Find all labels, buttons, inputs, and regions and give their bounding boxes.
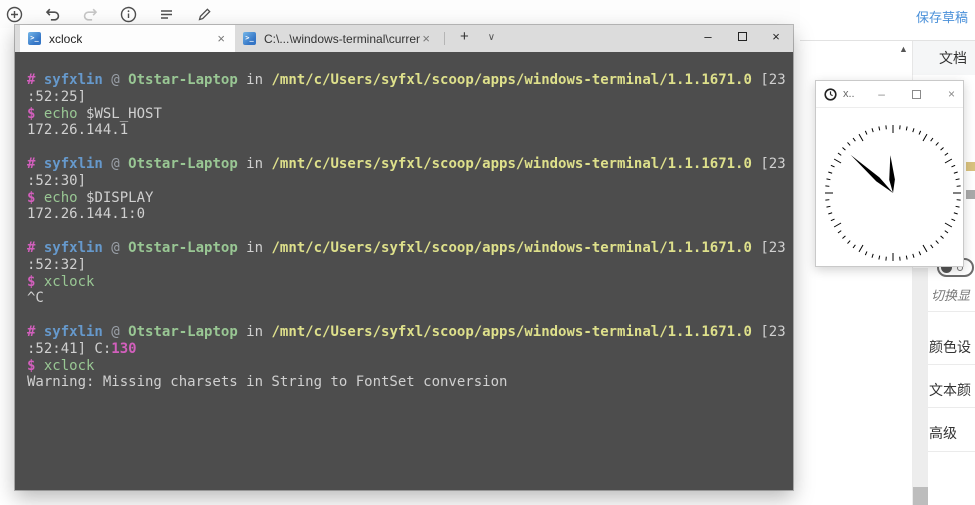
- sidebar-item-color-settings[interactable]: 颜色设: [929, 337, 975, 357]
- clock-icon: [824, 88, 837, 101]
- terminal-line: # syfxlin @ Otstar-Laptop in /mnt/c/User…: [27, 156, 793, 173]
- terminal-line: 172.26.144.1: [27, 122, 793, 139]
- tab-close-icon[interactable]: ×: [420, 31, 432, 46]
- terminal-line: 172.26.144.1:0: [27, 206, 793, 223]
- minimize-button[interactable]: –: [691, 25, 725, 52]
- save-draft-link[interactable]: 保存草稿: [916, 7, 968, 26]
- terminal-line: ^C: [27, 290, 793, 307]
- hour-hand: [889, 155, 895, 193]
- terminal-line: $ echo $DISPLAY: [27, 190, 793, 207]
- terminal-line: # syfxlin @ Otstar-Laptop in /mnt/c/User…: [27, 240, 793, 257]
- page-scrollbar-track[interactable]: [913, 268, 928, 505]
- terminal-line: [27, 307, 793, 324]
- sidebar-item-toggle-display: 切换显: [931, 285, 970, 304]
- doc-tab-label: 文档: [939, 48, 967, 68]
- terminal-line: $ echo $WSL_HOST: [27, 106, 793, 123]
- terminal-line: :52:25]: [27, 89, 793, 106]
- maximize-button[interactable]: [725, 25, 759, 52]
- desktop: 保存草稿 ▲ 文档 切换显 颜色设 文本颜 高级 >_ xclock × >_ …: [0, 0, 975, 505]
- terminal-line: :52:32]: [27, 257, 793, 274]
- sidebar-divider: [928, 407, 975, 408]
- sidebar-item-advanced[interactable]: 高级: [929, 423, 975, 443]
- tab-label: C:\...\windows-terminal\current: [264, 32, 420, 46]
- minute-hand: [851, 155, 893, 193]
- terminal-line: [27, 223, 793, 240]
- tab-separator: [444, 32, 445, 45]
- clipped-sidebar-content: [966, 190, 975, 199]
- terminal-line: Warning: Missing charsets in String to F…: [27, 374, 793, 391]
- maximize-icon: [912, 90, 921, 99]
- terminal-line: # syfxlin @ Otstar-Laptop in /mnt/c/User…: [27, 324, 793, 341]
- terminal-output[interactable]: # syfxlin @ Otstar-Laptop in /mnt/c/User…: [15, 52, 793, 490]
- tab-xclock[interactable]: >_ xclock ×: [20, 25, 235, 52]
- sidebar-divider: [928, 364, 975, 365]
- new-tab-button[interactable]: +: [451, 25, 478, 52]
- sidebar-item-text-color[interactable]: 文本颜: [929, 380, 975, 400]
- edit-pencil-icon[interactable]: [196, 6, 213, 23]
- sidebar-divider: [928, 311, 975, 312]
- terminal-line: # syfxlin @ Otstar-Laptop in /mnt/c/User…: [27, 72, 793, 89]
- terminal-line: $ xclock: [27, 358, 793, 375]
- undo-icon[interactable]: [44, 6, 61, 23]
- xclock-close-button[interactable]: ×: [948, 87, 955, 102]
- close-button[interactable]: ×: [759, 25, 793, 52]
- terminal-line: $ xclock: [27, 274, 793, 291]
- terminal-line: :52:41] C:130: [27, 341, 793, 358]
- page-scrollbar-thumb[interactable]: [913, 487, 928, 505]
- xclock-window: x.. – ×: [815, 80, 964, 267]
- sidebar-section-doc[interactable]: 文档: [912, 41, 975, 75]
- tab-close-icon[interactable]: ×: [215, 31, 227, 46]
- tab-label: xclock: [49, 32, 82, 46]
- editor-toolbar: [0, 0, 800, 28]
- info-icon[interactable]: [120, 6, 137, 23]
- tab-dropdown-chevron-icon[interactable]: ∨: [478, 25, 505, 52]
- window-controls: – ×: [691, 25, 793, 52]
- xclock-maximize-button[interactable]: [912, 87, 921, 102]
- xclock-titlebar[interactable]: x.. – ×: [816, 81, 963, 108]
- terminal-line: :52:30]: [27, 173, 793, 190]
- terminal-prompt-icon: >_: [243, 32, 256, 45]
- clock-face: [816, 108, 963, 266]
- list-icon[interactable]: [158, 6, 175, 23]
- terminal-prompt-icon: >_: [28, 32, 41, 45]
- windows-terminal-window: >_ xclock × >_ C:\...\windows-terminal\c…: [15, 25, 793, 490]
- add-circle-icon[interactable]: [6, 6, 23, 23]
- clipped-sidebar-content: [966, 162, 975, 171]
- tab-windows-terminal-current[interactable]: >_ C:\...\windows-terminal\current ×: [235, 25, 440, 52]
- collapse-triangle-icon[interactable]: ▲: [899, 44, 908, 54]
- xclock-minimize-button[interactable]: –: [878, 87, 885, 102]
- terminal-line: [27, 139, 793, 156]
- terminal-tab-bar: >_ xclock × >_ C:\...\windows-terminal\c…: [15, 25, 793, 52]
- sidebar-divider: [928, 451, 975, 452]
- redo-icon[interactable]: [82, 6, 99, 23]
- xclock-title: x..: [843, 88, 855, 100]
- maximize-icon: [738, 32, 747, 41]
